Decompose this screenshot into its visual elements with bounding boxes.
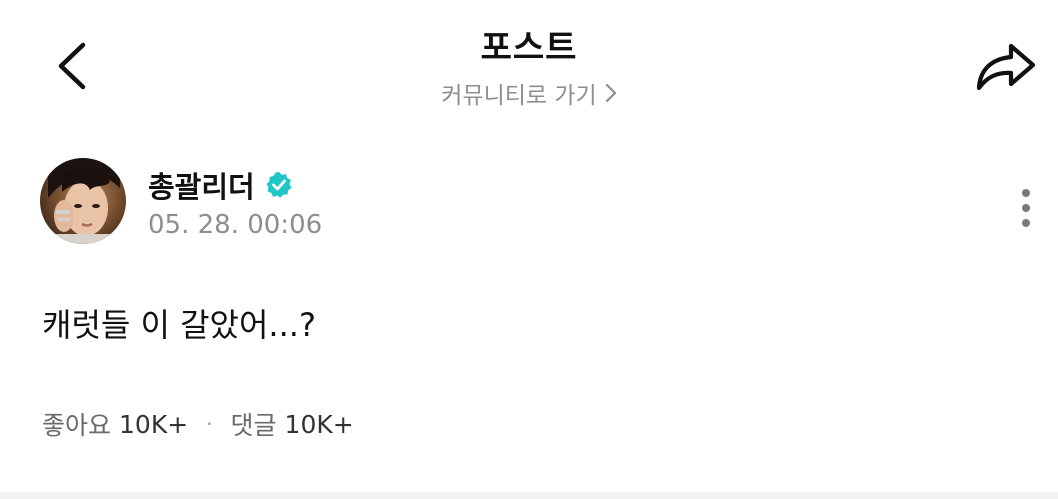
community-link-label: 커뮤니티로 가기 (441, 83, 597, 109)
post-text: 캐럿들 이 갈았어...? (42, 306, 316, 344)
post-stats: 좋아요 10K+ · 댓글 10K+ (42, 406, 354, 442)
likes-count[interactable]: 10K+ (119, 410, 188, 439)
avatar[interactable] (40, 158, 126, 244)
post-author: 총괄리더 05. 28. 00:06 (40, 158, 1030, 248)
section-divider (0, 492, 1058, 499)
top-bar: 포스트 커뮤니티로 가기 (0, 0, 1058, 130)
share-button[interactable] (968, 34, 1044, 98)
verified-badge-icon (266, 172, 292, 198)
more-options-button[interactable] (1008, 180, 1044, 236)
more-vertical-icon-dot (1022, 204, 1030, 212)
author-name[interactable]: 총괄리더 (148, 164, 255, 206)
share-arrow-icon (976, 43, 1036, 91)
page-title: 포스트 (480, 28, 578, 68)
profile-photo (40, 158, 126, 244)
go-to-community-link[interactable]: 커뮤니티로 가기 (0, 76, 1058, 110)
author-name-row: 총괄리더 (148, 164, 293, 206)
comments-label[interactable]: 댓글 (231, 406, 277, 442)
more-vertical-icon (1022, 189, 1030, 197)
chevron-right-icon (605, 83, 616, 103)
more-vertical-icon-dot (1022, 219, 1030, 227)
likes-label[interactable]: 좋아요 (42, 406, 111, 442)
post-timestamp: 05. 28. 00:06 (148, 210, 323, 240)
stats-separator: · (206, 412, 213, 436)
comments-count[interactable]: 10K+ (285, 410, 354, 439)
